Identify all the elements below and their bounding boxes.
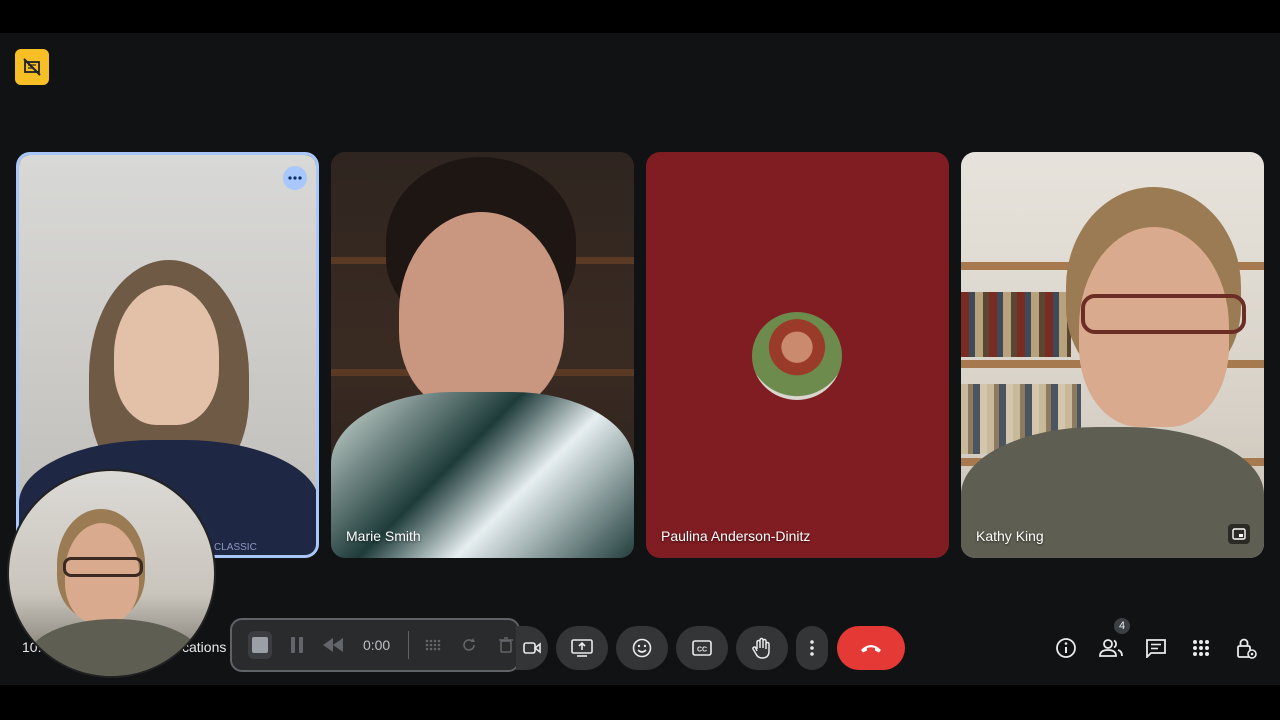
captions-icon: CC	[692, 640, 712, 656]
self-view[interactable]	[7, 469, 216, 678]
captions-button[interactable]: CC	[676, 626, 728, 670]
svg-text:CC: CC	[697, 647, 707, 654]
trash-icon[interactable]	[494, 631, 518, 659]
participant-face	[114, 285, 219, 425]
self-shirt	[27, 619, 202, 676]
no-video-badge-icon[interactable]	[15, 49, 49, 85]
participant-name: Paulina Anderson-Dinitz	[661, 528, 811, 544]
avatar	[752, 312, 842, 400]
glasses	[1081, 294, 1246, 334]
recording-timer: 0:00	[362, 637, 391, 653]
shirt-logo-text: CLASSIC	[214, 542, 257, 553]
people-icon[interactable]	[1096, 633, 1126, 663]
camera-icon	[523, 641, 541, 655]
more-options-button[interactable]	[796, 626, 828, 670]
books	[961, 292, 1071, 357]
host-controls-icon[interactable]	[1231, 633, 1261, 663]
participant-tile-2[interactable]: Marie Smith	[331, 152, 634, 558]
chat-icon[interactable]	[1141, 633, 1171, 663]
reset-icon[interactable]	[457, 631, 481, 659]
pin-icon[interactable]	[1228, 524, 1250, 544]
participant-tile-4[interactable]: Kathy King	[961, 152, 1264, 558]
present-button[interactable]	[556, 626, 608, 670]
end-call-icon	[860, 643, 882, 653]
participant-name: Marie Smith	[346, 528, 421, 544]
info-icon[interactable]	[1051, 633, 1081, 663]
recording-bar: 0:00	[230, 618, 520, 672]
end-call-button[interactable]	[837, 626, 905, 670]
soundwave-icon[interactable]	[421, 631, 445, 659]
divider	[407, 631, 409, 659]
raise-hand-button[interactable]	[736, 626, 788, 670]
more-vert-icon	[810, 640, 814, 656]
more-options-icon[interactable]	[283, 166, 307, 190]
participant-face	[399, 212, 564, 412]
present-icon	[571, 639, 593, 657]
self-glasses	[63, 557, 143, 577]
emoji-icon	[632, 638, 652, 658]
emoji-button[interactable]	[616, 626, 668, 670]
rewind-icon[interactable]	[321, 631, 345, 659]
stop-icon[interactable]	[248, 631, 273, 659]
pause-icon[interactable]	[284, 631, 308, 659]
raise-hand-icon	[752, 637, 772, 659]
people-count-badge: 4	[1114, 618, 1130, 634]
participant-tile-3[interactable]: Paulina Anderson-Dinitz	[646, 152, 949, 558]
participant-name: Kathy King	[976, 528, 1044, 544]
apps-icon[interactable]	[1186, 633, 1216, 663]
